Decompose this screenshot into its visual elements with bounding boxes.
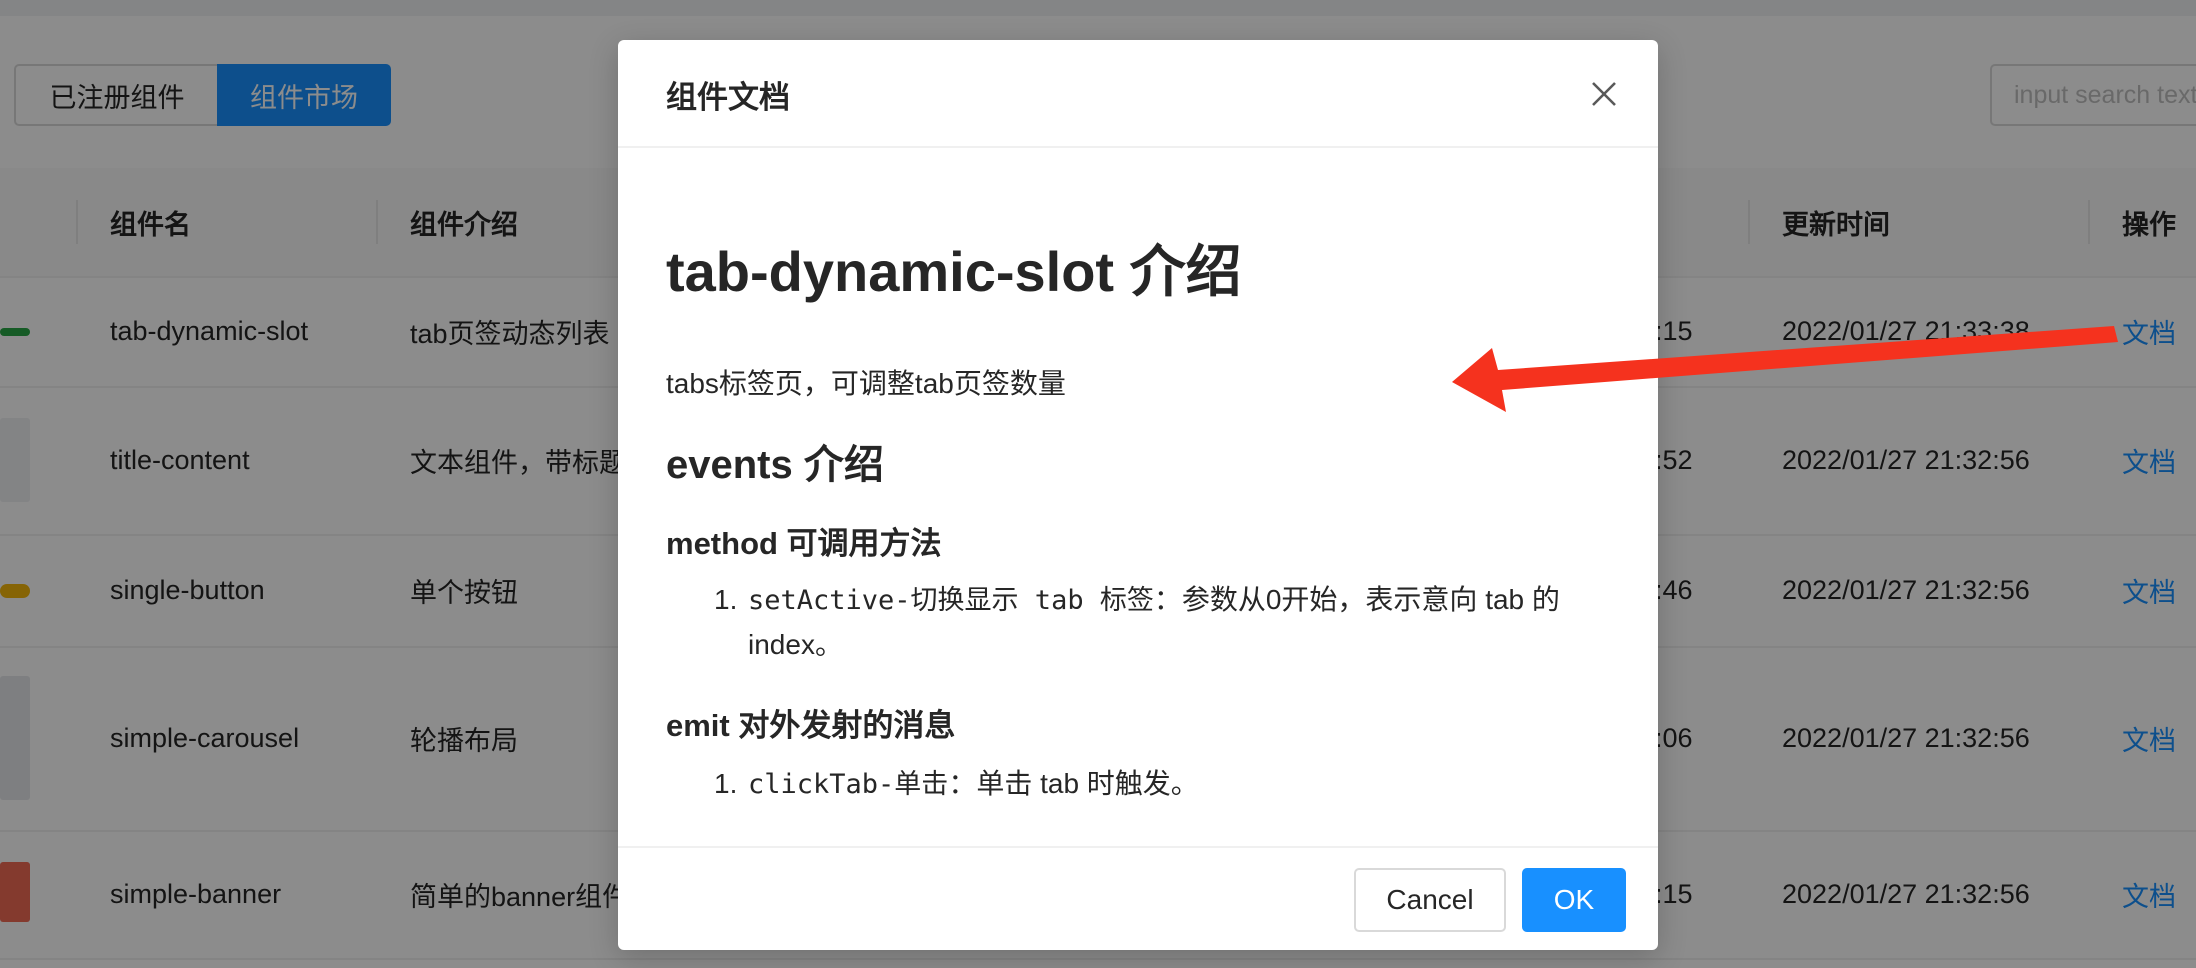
cancel-button[interactable]: Cancel xyxy=(1354,868,1506,932)
emit-heading: emit 对外发射的消息 xyxy=(666,708,956,743)
close-icon[interactable] xyxy=(1580,70,1628,118)
method-text: ：参数从0开始，表示意向 tab 的 xyxy=(1153,584,1560,615)
emit-list-item: 1. clickTab-单击：单击 tab 时触发。 xyxy=(714,762,1614,806)
list-number: 1. xyxy=(714,768,738,799)
list-number: 1. xyxy=(714,584,738,615)
method-text-continued: index。 xyxy=(748,629,843,660)
modal-footer: Cancel OK xyxy=(618,846,1658,950)
ok-button[interactable]: OK xyxy=(1522,868,1626,932)
emit-text: ：单击 tab 时触发。 xyxy=(948,768,1199,799)
method-code: setActive-切换显示 tab 标签 xyxy=(748,585,1154,616)
events-heading: events 介绍 xyxy=(666,443,884,487)
method-heading: method 可调用方法 xyxy=(666,526,942,561)
component-doc-modal: 组件文档 tab-dynamic-slot 介绍 tabs标签页，可调整tab页… xyxy=(618,40,1658,950)
modal-title: 组件文档 xyxy=(666,79,790,115)
doc-description: tabs标签页，可调整tab页签数量 xyxy=(666,368,1066,399)
modal-header: 组件文档 xyxy=(618,40,1658,148)
method-list-item: 1. setActive-切换显示 tab 标签：参数从0开始，表示意向 tab… xyxy=(714,578,1614,668)
doc-title: tab-dynamic-slot 介绍 xyxy=(666,240,1242,303)
emit-code: clickTab-单击 xyxy=(748,769,949,800)
